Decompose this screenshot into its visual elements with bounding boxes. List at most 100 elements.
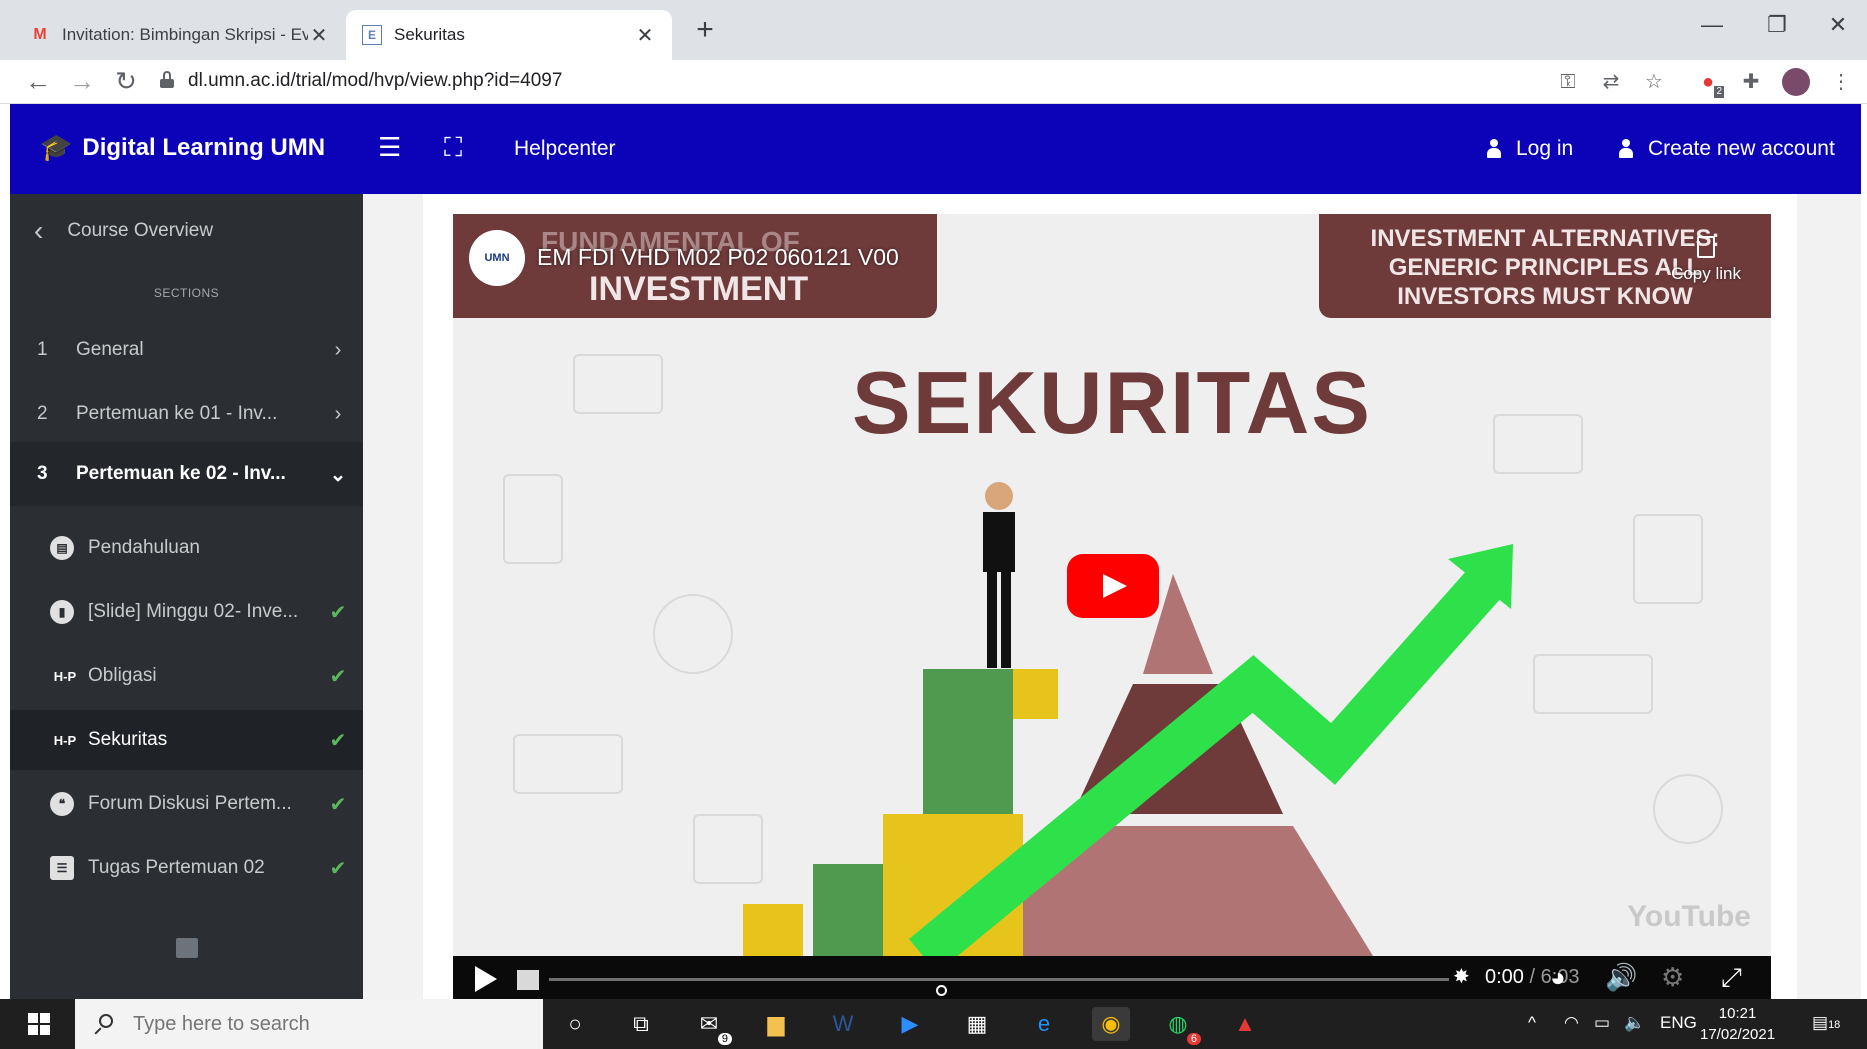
login-label: Log in	[1516, 137, 1574, 160]
fullscreen-icon[interactable]: ⛶	[444, 132, 462, 164]
key-icon[interactable]: ⚿	[1552, 66, 1584, 98]
forward-arrow-icon[interactable]: →	[66, 66, 98, 98]
businessman-head	[985, 482, 1013, 510]
section-number: 3	[37, 463, 48, 484]
activity-label: [Slide] Minggu 02- Inve...	[88, 601, 299, 622]
site-brand[interactable]: 🎓 Digital Learning UMN	[40, 132, 325, 163]
chevron-left-icon: ‹	[34, 215, 44, 246]
word-icon[interactable]: W	[824, 1007, 862, 1041]
pause-indicator[interactable]	[517, 970, 539, 990]
settings-gear-icon[interactable]: ⚙	[1661, 962, 1684, 993]
taskbar-search-input[interactable]	[131, 1011, 511, 1037]
store-icon[interactable]: ▦	[958, 1007, 996, 1041]
close-tab-icon[interactable]: ✕	[634, 23, 656, 48]
brand-title: Digital Learning UMN	[82, 133, 326, 161]
tab-gmail-invitation[interactable]: M Invitation: Bimbingan Skripsi - Ev ✕	[14, 10, 346, 60]
money-stack	[813, 864, 883, 956]
course-overview-link[interactable]: ‹ Course Overview	[34, 215, 214, 246]
cortana-icon[interactable]: ○	[556, 1007, 594, 1041]
archive-icon[interactable]	[176, 938, 198, 958]
section-label: General	[76, 339, 144, 360]
bookmark-star-icon[interactable]: ☆	[1638, 66, 1670, 98]
extension-opera-icon[interactable]: ● 2	[1692, 66, 1724, 98]
fullscreen-expand-icon[interactable]: ⤢	[1721, 962, 1742, 994]
back-arrow-icon[interactable]: ←	[22, 66, 54, 98]
helpcenter-link[interactable]: Helpcenter	[514, 137, 616, 161]
login-link[interactable]: Log in	[1486, 137, 1573, 161]
activity-label: Obligasi	[88, 665, 157, 686]
course-overview-label: Course Overview	[67, 220, 214, 241]
completed-check-icon: ✔	[329, 793, 347, 816]
sidebar-section-general[interactable]: 1 General ›	[10, 322, 363, 378]
whatsapp-icon[interactable]: ◍ 6	[1159, 1007, 1201, 1045]
youtube-watermark[interactable]: YouTube	[1627, 900, 1751, 934]
sidebar-section-pertemuan-02[interactable]: 3 Pertemuan ke 02 - Inv... ⌄	[10, 442, 363, 506]
speaker-icon[interactable]: 🔈	[1624, 1013, 1645, 1033]
playback-speed-icon[interactable]: ◕	[1550, 962, 1566, 993]
create-account-link[interactable]: Create new account	[1618, 137, 1835, 161]
show-hidden-icons-icon[interactable]: ^	[1528, 1013, 1536, 1033]
video-player[interactable]: FUNDAMENTAL OF INVESTMENT INVESTMENT ALT…	[453, 214, 1771, 956]
whatsapp-badge: 6	[1186, 1033, 1201, 1045]
zoom-icon[interactable]: ▶	[891, 1007, 929, 1041]
taskbar-search[interactable]	[75, 999, 543, 1049]
section-label: Pertemuan ke 02 - Inv...	[76, 463, 286, 484]
activity-tugas-pertemuan-02[interactable]: ☰ Tugas Pertemuan 02 ✔	[10, 838, 363, 898]
activity-forum-diskusi[interactable]: ❝ Forum Diskusi Pertem... ✔	[10, 774, 363, 834]
activity-sekuritas[interactable]: H-P Sekuritas ✔	[10, 710, 363, 770]
task-view-icon[interactable]: ⧉	[622, 1007, 660, 1041]
minimize-icon[interactable]: —	[1690, 12, 1734, 38]
tab-sekuritas[interactable]: E Sekuritas ✕	[346, 10, 672, 60]
system-clock[interactable]: 10:21 17/02/2021	[1700, 1003, 1775, 1045]
course-sidebar: ‹ Course Overview SECTIONS 1 General › 2…	[10, 194, 363, 999]
file-explorer-icon[interactable]: ▆	[757, 1007, 795, 1041]
chrome-icon[interactable]: ◉	[1092, 1007, 1130, 1041]
businessman-leg	[1001, 572, 1011, 668]
new-tab-button[interactable]: +	[690, 14, 720, 46]
browser-menu-icon[interactable]: ⋮	[1825, 66, 1857, 98]
activity-slide-minggu-02[interactable]: ▮ [Slide] Minggu 02- Inve... ✔	[10, 582, 363, 642]
graduation-cap-icon: 🎓	[40, 132, 73, 162]
mail-icon[interactable]: ✉ 9	[690, 1007, 732, 1045]
create-account-label: Create new account	[1648, 137, 1835, 160]
battery-icon[interactable]: ▭	[1594, 1013, 1610, 1033]
chevron-down-icon: ⌄	[329, 463, 347, 486]
seek-handle[interactable]	[936, 985, 947, 996]
activity-pendahuluan[interactable]: ▤ Pendahuluan	[10, 518, 363, 578]
notification-icon[interactable]: ▤18	[1812, 1013, 1840, 1033]
activity-label: Forum Diskusi Pertem...	[88, 793, 292, 814]
edge-icon[interactable]: e	[1025, 1007, 1063, 1041]
translate-icon[interactable]: ⇄	[1595, 66, 1627, 98]
sidebar-section-pertemuan-01[interactable]: 2 Pertemuan ke 01 - Inv... ›	[10, 386, 363, 442]
profile-avatar[interactable]	[1780, 66, 1812, 98]
extensions-puzzle-icon[interactable]: ✚	[1735, 66, 1767, 98]
search-icon	[93, 1014, 113, 1035]
play-icon[interactable]	[475, 966, 497, 992]
close-tab-icon[interactable]: ✕	[308, 23, 330, 48]
wifi-icon[interactable]: ◠	[1564, 1013, 1579, 1033]
windows-start-icon[interactable]	[28, 1013, 50, 1035]
activity-obligasi[interactable]: H-P Obligasi ✔	[10, 646, 363, 706]
extension-badge: 2	[1714, 86, 1724, 98]
user-icon	[1486, 139, 1502, 159]
restore-icon[interactable]: ❐	[1755, 12, 1799, 38]
completed-check-icon: ✔	[329, 729, 347, 752]
language-indicator[interactable]: ENG	[1660, 1013, 1697, 1033]
lock-icon	[160, 71, 174, 88]
youtube-play-button[interactable]	[1067, 554, 1159, 618]
time-separator: /	[1523, 966, 1541, 988]
acrobat-icon[interactable]: ▲	[1226, 1007, 1264, 1041]
bookmark-star-icon[interactable]: ✸	[1453, 964, 1470, 989]
forum-icon: ❝	[50, 792, 74, 816]
volume-icon[interactable]: 🔊	[1605, 962, 1637, 993]
hamburger-menu-icon[interactable]: ☰	[378, 132, 401, 163]
reload-icon[interactable]: ↻	[110, 66, 142, 98]
activity-label: Tugas Pertemuan 02	[88, 857, 265, 878]
completed-check-icon: ✔	[329, 601, 347, 624]
window-close-icon[interactable]: ✕	[1816, 12, 1860, 38]
address-bar[interactable]: dl.umn.ac.id/trial/mod/hvp/view.php?id=4…	[160, 62, 1540, 100]
coin-stack	[743, 904, 803, 956]
seek-bar[interactable]	[549, 978, 1449, 996]
tab-title: Sekuritas	[394, 25, 465, 44]
site-navbar: 🎓 Digital Learning UMN ☰ ⛶ Helpcenter Lo…	[10, 104, 1861, 194]
